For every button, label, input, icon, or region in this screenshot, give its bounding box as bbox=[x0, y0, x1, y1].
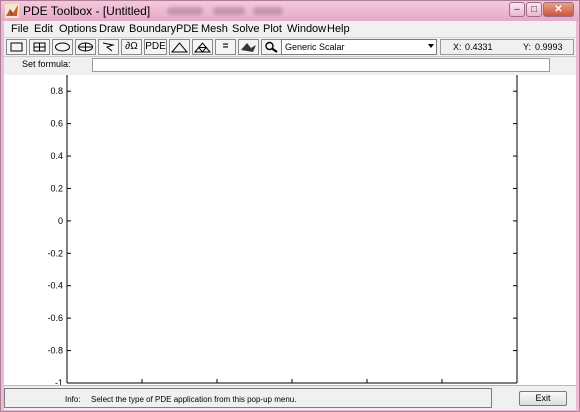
pde-spec-button[interactable]: PDE bbox=[144, 39, 167, 55]
draw-ellipse-button[interactable] bbox=[52, 39, 73, 55]
info-label: Info: bbox=[65, 395, 81, 404]
coordinate-readout: X: 0.4331 Y: 0.9993 bbox=[440, 39, 574, 55]
window-title: PDE Toolbox - [Untitled] bbox=[23, 4, 151, 18]
info-text: Select the type of PDE application from … bbox=[91, 395, 297, 404]
y-tick-label: -0.2 bbox=[47, 248, 63, 258]
rectangle-center-icon bbox=[33, 42, 46, 52]
draw-rectangle-center-button[interactable] bbox=[29, 39, 50, 55]
x-coord-label: X: bbox=[453, 42, 462, 52]
menu-draw[interactable]: Draw bbox=[99, 23, 125, 35]
formula-row: Set formula: bbox=[4, 56, 576, 76]
y-tick-label: -0.8 bbox=[47, 346, 63, 356]
y-tick-label: 0 bbox=[58, 216, 63, 226]
y-tick-label: 0.4 bbox=[50, 151, 63, 161]
pde-toolbox-window: PDE Toolbox - [Untitled] – □ ✕ File Edit… bbox=[0, 0, 580, 412]
toolbar: ∂Ω PDE = Generic Scalar X: 0.4331 Y: 0.9… bbox=[4, 37, 576, 57]
y-coord-label: Y: bbox=[523, 42, 532, 52]
menu-edit[interactable]: Edit bbox=[34, 23, 53, 35]
zoom-button[interactable] bbox=[261, 39, 282, 55]
menu-solve[interactable]: Solve bbox=[232, 23, 260, 35]
y-tick-label: 0.8 bbox=[50, 86, 63, 96]
blurred-taskbar-item bbox=[167, 7, 203, 15]
plot-area[interactable]: -1.5-1-0.500.511.5-1-0.8-0.6-0.4-0.200.2… bbox=[4, 75, 576, 403]
minimize-button[interactable]: – bbox=[509, 2, 525, 17]
blurred-taskbar-item bbox=[213, 7, 245, 15]
maximize-button[interactable]: □ bbox=[526, 2, 542, 17]
plot-solution-icon bbox=[241, 43, 256, 52]
ellipse-center-icon bbox=[78, 42, 93, 52]
solve-button[interactable]: = bbox=[215, 39, 236, 55]
rectangle-icon bbox=[10, 42, 23, 52]
x-coord-value: 0.4331 bbox=[465, 42, 493, 52]
title-bar[interactable]: PDE Toolbox - [Untitled] – □ ✕ bbox=[1, 1, 579, 21]
y-tick-label: -0.4 bbox=[47, 281, 63, 291]
application-select[interactable]: Generic Scalar bbox=[281, 39, 437, 55]
axes-chart[interactable]: -1.5-1-0.500.511.5-1-0.8-0.6-0.4-0.200.2… bbox=[4, 75, 576, 397]
matlab-app-icon bbox=[5, 4, 19, 18]
draw-polygon-button[interactable] bbox=[98, 39, 119, 55]
blurred-taskbar-item bbox=[253, 7, 283, 15]
y-tick-label: 0.6 bbox=[50, 119, 63, 129]
init-mesh-button[interactable] bbox=[169, 39, 190, 55]
menu-plot[interactable]: Plot bbox=[263, 23, 282, 35]
formula-input[interactable] bbox=[92, 58, 550, 72]
refine-mesh-button[interactable] bbox=[192, 39, 213, 55]
draw-rectangle-button[interactable] bbox=[6, 39, 27, 55]
menu-bar: File Edit Options Draw Boundary PDE Mesh… bbox=[4, 21, 576, 37]
menu-help[interactable]: Help bbox=[327, 23, 350, 35]
y-tick-label: 0.2 bbox=[50, 183, 63, 193]
menu-options[interactable]: Options bbox=[59, 23, 97, 35]
refine-mesh-icon bbox=[193, 42, 212, 53]
menu-mesh[interactable]: Mesh bbox=[201, 23, 228, 35]
menu-pde[interactable]: PDE bbox=[176, 23, 199, 35]
menu-file[interactable]: File bbox=[11, 23, 29, 35]
boundary-mode-button[interactable]: ∂Ω bbox=[121, 39, 142, 55]
polygon-icon bbox=[102, 42, 115, 52]
menu-boundary[interactable]: Boundary bbox=[129, 23, 176, 35]
init-mesh-icon bbox=[170, 42, 189, 53]
draw-ellipse-center-button[interactable] bbox=[75, 39, 96, 55]
menu-window[interactable]: Window bbox=[287, 23, 326, 35]
zoom-icon bbox=[265, 41, 278, 53]
close-button[interactable]: ✕ bbox=[543, 2, 574, 17]
chevron-down-icon bbox=[428, 44, 434, 48]
y-tick-label: -0.6 bbox=[47, 313, 63, 323]
status-bar: Info: Select the type of PDE application… bbox=[4, 385, 576, 410]
exit-button[interactable]: Exit bbox=[519, 391, 567, 406]
client-area: File Edit Options Draw Boundary PDE Mesh… bbox=[4, 21, 576, 410]
application-select-value: Generic Scalar bbox=[285, 42, 345, 52]
y-coord-value: 0.9993 bbox=[535, 42, 563, 52]
info-box: Info: Select the type of PDE application… bbox=[4, 388, 492, 408]
ellipse-icon bbox=[55, 42, 70, 52]
y-tick-label: -1 bbox=[55, 378, 63, 385]
formula-label: Set formula: bbox=[22, 59, 71, 69]
plot-solution-button[interactable] bbox=[238, 39, 259, 55]
